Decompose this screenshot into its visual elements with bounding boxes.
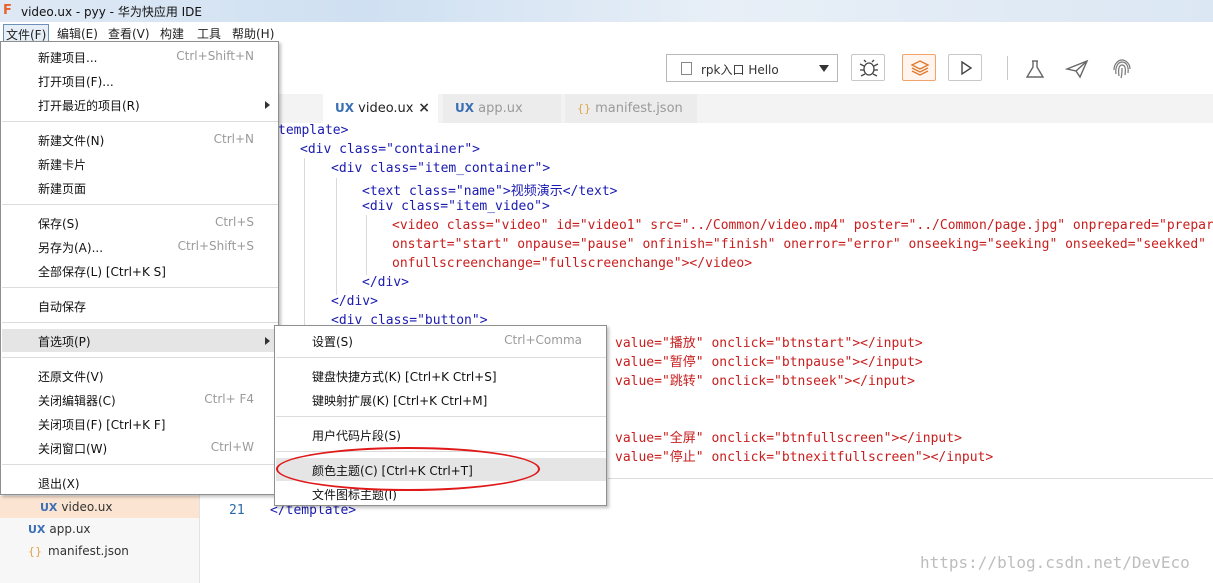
close-icon[interactable]: × xyxy=(418,100,430,116)
debug-button[interactable] xyxy=(851,54,885,81)
menu-item-close-window[interactable]: 关闭窗口(W) Ctrl+W xyxy=(2,436,278,459)
send-icon[interactable] xyxy=(1065,58,1089,80)
menu-item-revert-file[interactable]: 还原文件(V) xyxy=(2,364,278,387)
line-number: 21 xyxy=(229,503,245,518)
indent-guide xyxy=(336,178,337,295)
menu-item-new-project[interactable]: 新建项目... Ctrl+Shift+N xyxy=(2,45,278,68)
file-menu-dropdown: 新建项目... Ctrl+Shift+N 打开项目(F)... 打开最近的项目(R… xyxy=(0,41,279,495)
menu-item-keyboard-shortcuts[interactable]: 键盘快捷方式(K) [Ctrl+K Ctrl+S] xyxy=(276,364,606,387)
tab-label: app.ux xyxy=(478,101,523,116)
menu-build[interactable]: 构建 xyxy=(158,24,186,42)
current-line-highlight xyxy=(608,478,1213,479)
menu-divider xyxy=(2,357,278,358)
tab-app-ux[interactable]: UX app.ux xyxy=(443,94,561,123)
menu-item-user-snippets[interactable]: 用户代码片段(S) xyxy=(276,423,606,446)
app-logo-icon: F xyxy=(3,3,12,18)
tab-video-ux[interactable]: UX video.ux × xyxy=(323,94,438,123)
menu-bar: 文件(F) 编辑(E) 查看(V) 构建 工具 帮助(H) xyxy=(0,22,1213,42)
explorer-file-manifest-json[interactable]: {} manifest.json xyxy=(0,540,129,562)
entry-select[interactable]: rpk入口 Hello xyxy=(666,54,838,82)
run-button[interactable] xyxy=(948,54,982,81)
menu-divider xyxy=(2,204,278,205)
menu-help[interactable]: 帮助(H) xyxy=(230,24,276,42)
editor-tabs: UX video.ux × UX app.ux {} manifest.json xyxy=(278,94,1213,123)
code-line: </div> xyxy=(331,294,378,309)
json-file-icon: {} xyxy=(577,102,591,115)
file-explorer: UX video.ux UX app.ux {} manifest.json xyxy=(0,495,200,583)
menu-item-auto-save[interactable]: 自动保存 xyxy=(2,294,278,317)
menu-item-save-as[interactable]: 另存为(A)... Ctrl+Shift+S xyxy=(2,235,278,258)
menu-divider xyxy=(276,357,606,358)
menu-divider xyxy=(276,416,606,417)
ux-file-icon: UX xyxy=(28,523,46,536)
code-line: value="停止" onclick="btnexitfullscreen"><… xyxy=(615,450,994,465)
toolbar: rpk入口 Hello xyxy=(278,42,1213,94)
menu-item-new-file[interactable]: 新建文件(N) Ctrl+N xyxy=(2,128,278,151)
highlight-ellipse xyxy=(276,447,540,491)
code-line: <div class="item_video"> xyxy=(362,199,550,214)
tab-label: manifest.json xyxy=(595,101,683,116)
fingerprint-icon[interactable] xyxy=(1110,58,1134,80)
menu-item-open-recent[interactable]: 打开最近的项目(R) xyxy=(2,93,278,116)
code-line: <text class="name">视频演示</text> xyxy=(362,184,618,199)
entry-select-label: rpk入口 Hello xyxy=(701,63,779,77)
toolbar-divider xyxy=(1007,56,1008,80)
menu-item-settings[interactable]: 设置(S) Ctrl+Comma xyxy=(276,329,606,352)
menu-item-close-project[interactable]: 关闭项目(F) [Ctrl+K F] xyxy=(2,412,278,435)
menu-view[interactable]: 查看(V) xyxy=(106,24,152,42)
menu-item-new-card[interactable]: 新建卡片 xyxy=(2,152,278,175)
title-bar: F video.ux - pyy - 华为快应用 IDE xyxy=(0,0,1213,22)
window-title: video.ux - pyy - 华为快应用 IDE xyxy=(21,5,203,19)
json-file-icon: {} xyxy=(28,545,42,558)
ux-file-icon: UX xyxy=(40,501,58,514)
menu-item-new-page[interactable]: 新建页面 xyxy=(2,176,278,199)
menu-divider xyxy=(2,322,278,323)
page-icon xyxy=(681,62,692,75)
code-line: <div class="container"> xyxy=(300,142,481,157)
watermark: https://blog.csdn.net/DevEco xyxy=(920,553,1190,572)
code-line: value="播放" onclick="btnstart"></input> xyxy=(615,336,923,351)
chevron-right-icon xyxy=(265,337,270,345)
tab-manifest-json[interactable]: {} manifest.json xyxy=(565,94,697,123)
indent-guide xyxy=(366,215,367,275)
menu-item-close-editor[interactable]: 关闭编辑器(C) Ctrl+ F4 xyxy=(2,388,278,411)
menu-item-keymap-extensions[interactable]: 键映射扩展(K) [Ctrl+K Ctrl+M] xyxy=(276,388,606,411)
menu-edit[interactable]: 编辑(E) xyxy=(55,24,100,42)
menu-file[interactable]: 文件(F) xyxy=(3,24,50,42)
explorer-file-video-ux[interactable]: UX video.ux xyxy=(0,496,199,518)
chevron-down-icon xyxy=(819,65,829,72)
ux-file-icon: UX xyxy=(455,101,474,115)
code-line: value="跳转" onclick="btnseek"></input> xyxy=(615,374,915,389)
code-line: value="全屏" onclick="btnfullscreen"></inp… xyxy=(615,431,962,446)
explorer-file-app-ux[interactable]: UX app.ux xyxy=(0,518,91,540)
menu-item-open-project[interactable]: 打开项目(F)... xyxy=(2,69,278,92)
code-line: <div class="item_container"> xyxy=(331,161,551,176)
menu-item-exit[interactable]: 退出(X) xyxy=(2,471,278,494)
layers-button[interactable] xyxy=(902,54,936,81)
code-line: </div> xyxy=(362,275,409,290)
code-line: <video class="video" id="video1" src="..… xyxy=(392,218,1213,233)
code-line: onstart="start" onpause="pause" onfinish… xyxy=(392,237,1206,252)
code-line: onfullscreenchange="fullscreenchange"></… xyxy=(392,256,753,271)
code-line: value="暂停" onclick="btnpause"></input> xyxy=(615,355,923,370)
ux-file-icon: UX xyxy=(335,101,354,115)
bug-icon xyxy=(859,59,879,77)
flask-icon[interactable] xyxy=(1023,58,1047,80)
menu-tools[interactable]: 工具 xyxy=(195,24,223,42)
tab-label: video.ux xyxy=(358,101,414,116)
menu-item-preferences[interactable]: 首选项(P) xyxy=(2,329,278,352)
menu-item-save-all[interactable]: 全部保存(L) [Ctrl+K S] xyxy=(2,259,278,282)
menu-divider xyxy=(2,121,278,122)
chevron-right-icon xyxy=(265,101,270,109)
code-line: template> xyxy=(278,123,349,138)
menu-item-save[interactable]: 保存(S) Ctrl+S xyxy=(2,211,278,234)
play-icon xyxy=(961,60,973,76)
layers-icon xyxy=(910,60,930,76)
menu-divider xyxy=(2,287,278,288)
menu-divider xyxy=(2,464,278,465)
